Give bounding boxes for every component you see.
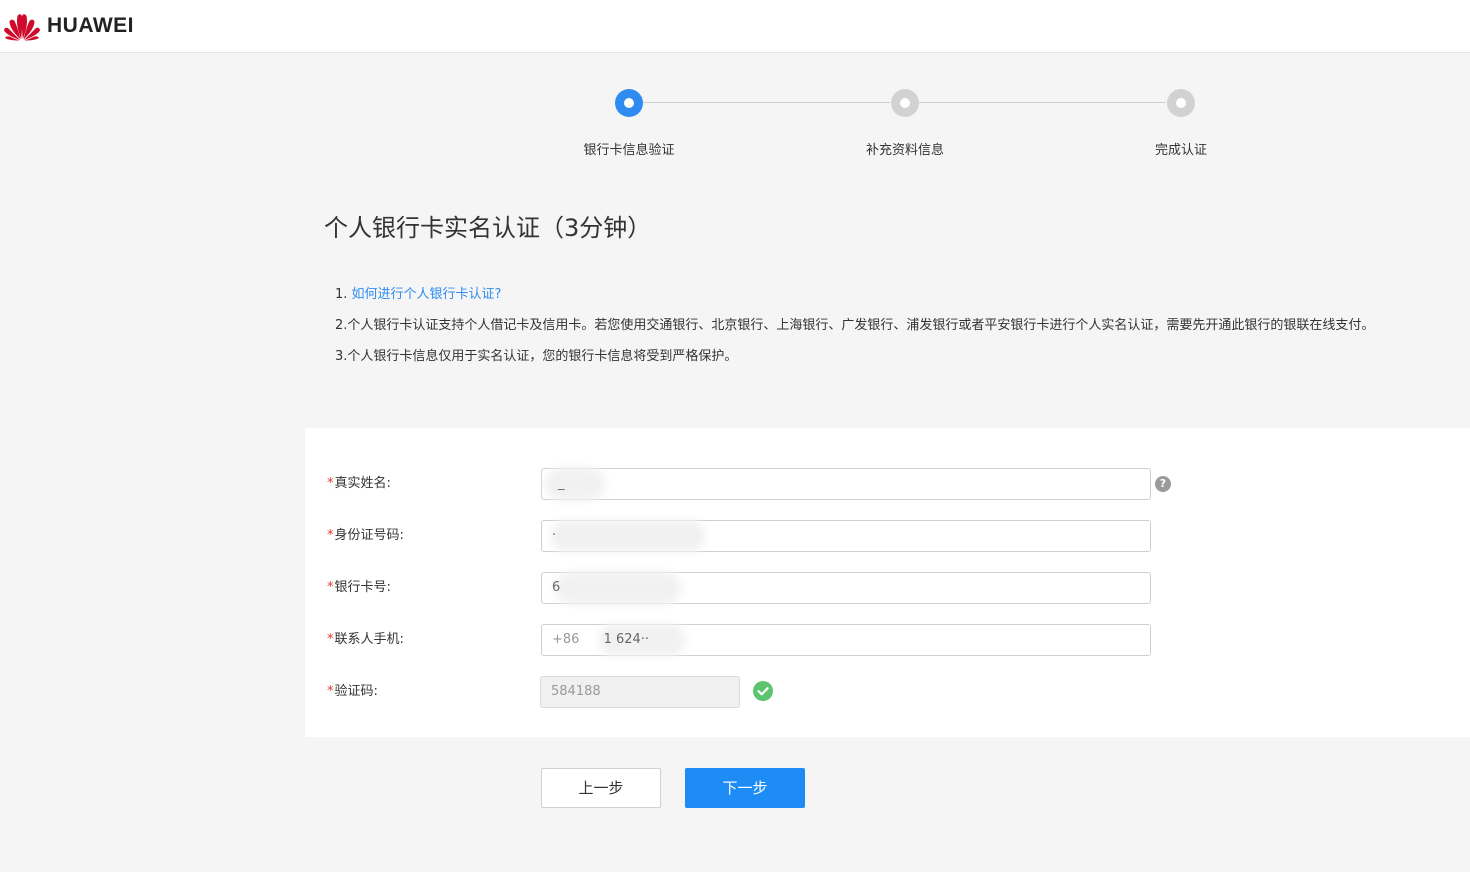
how-to-verify-link[interactable]: 如何进行个人银行卡认证?	[352, 287, 502, 302]
instruction-item-2: 2.个人银行卡认证支持个人借记卡及信用卡。若您使用交通银行、北京银行、上海银行、…	[335, 318, 1375, 333]
page-title: 个人银行卡实名认证（3分钟）	[324, 214, 652, 242]
real-name-input[interactable]: _	[541, 468, 1151, 500]
step-2-indicator	[891, 89, 919, 117]
country-code-prefix: +86	[552, 632, 580, 647]
step-3-label: 完成认证	[1154, 143, 1207, 158]
code-label: *验证码:	[327, 684, 378, 699]
instruction-number: 1.	[335, 287, 352, 302]
step-3-indicator	[1167, 89, 1195, 117]
phone-label: *联系人手机:	[327, 632, 404, 647]
previous-step-button[interactable]: 上一步	[541, 768, 661, 808]
instruction-item-3: 3.个人银行卡信息仅用于实名认证，您的银行卡信息将受到严格保护。	[335, 349, 738, 364]
phone-input[interactable]: +86 1 624··	[541, 624, 1151, 656]
verification-form: *真实姓名: _ ? *身份证号码: · *银行卡号: 6 *联系人手机: +8…	[305, 428, 1470, 737]
question-circle-icon[interactable]: ?	[1155, 476, 1171, 492]
name-label: *真实姓名:	[327, 476, 391, 491]
instructions-list: 1. 如何进行个人银行卡认证? 2.个人银行卡认证支持个人借记卡及信用卡。若您使…	[335, 286, 1374, 379]
bank-card-value: 6	[552, 580, 561, 595]
step-connector-2	[919, 102, 1166, 103]
instruction-item-1: 1. 如何进行个人银行卡认证?	[335, 286, 1374, 317]
bank-card-input[interactable]: 6	[541, 572, 1151, 604]
id-number-value: ·	[552, 528, 557, 543]
form-row-id: *身份证号码: ·	[305, 520, 1470, 552]
huawei-petal-logo-icon	[4, 14, 40, 41]
form-row-code: *验证码: 584188	[305, 676, 1470, 708]
step-1-label: 银行卡信息验证	[583, 143, 675, 158]
step-connector-1	[643, 102, 890, 103]
redaction-blur	[560, 577, 676, 599]
id-number-label: *身份证号码:	[327, 528, 404, 543]
verification-code-input[interactable]: 584188	[540, 676, 740, 708]
step-1-indicator	[615, 89, 643, 117]
redaction-blur	[556, 525, 700, 547]
brand-name: HUAWEI	[47, 14, 134, 37]
id-number-input[interactable]: ·	[541, 520, 1151, 552]
next-step-button[interactable]: 下一步	[685, 768, 805, 808]
step-2-label: 补充资料信息	[865, 143, 944, 158]
real-name-value: _	[558, 476, 565, 491]
card-number-label: *银行卡号:	[327, 580, 391, 595]
required-mark: *	[327, 476, 334, 491]
phone-value: 1 624··	[603, 632, 650, 647]
form-row-card: *银行卡号: 6	[305, 572, 1470, 604]
form-row-phone: *联系人手机: +86 1 624··	[305, 624, 1470, 656]
top-header: HUAWEI	[0, 0, 1470, 53]
huawei-logo[interactable]: HUAWEI	[2, 11, 134, 41]
form-row-name: *真实姓名: _ ?	[305, 468, 1470, 500]
check-circle-icon	[753, 681, 773, 701]
